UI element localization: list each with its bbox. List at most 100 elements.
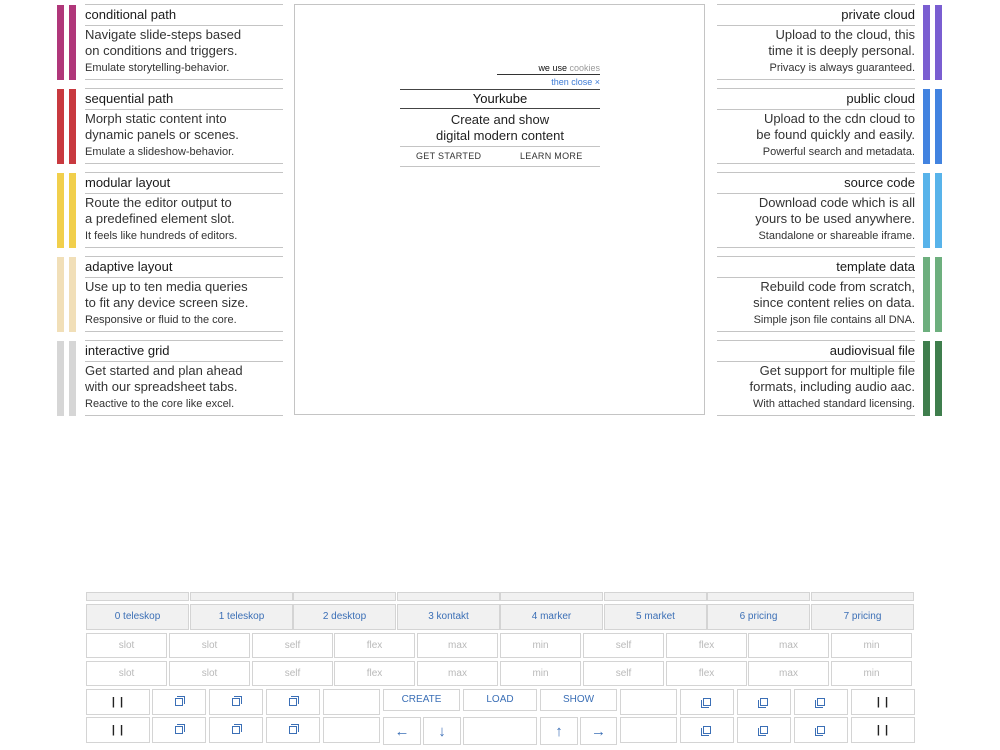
learn-more-link[interactable]: LEARN MORE — [520, 147, 583, 166]
feature-card-description-line: dynamic panels or scenes. — [85, 127, 239, 142]
window-toggle-button[interactable] — [737, 689, 791, 715]
grid-tab[interactable]: 5 market — [604, 604, 707, 630]
accent-bar — [69, 257, 76, 332]
window-toggle-button[interactable] — [794, 717, 848, 743]
create-button[interactable]: CREATE — [383, 689, 460, 711]
grid-cell[interactable]: flex — [334, 633, 415, 658]
grid-tab[interactable]: 1 teleskop — [190, 604, 293, 630]
grid-cell[interactable]: max — [748, 633, 829, 658]
window-toggle-button[interactable] — [152, 717, 206, 743]
grid-cell[interactable]: max — [417, 661, 498, 686]
grid-cell[interactable]: flex — [666, 661, 747, 686]
feature-card-description: Use up to ten media queries to fit any de… — [85, 279, 283, 311]
grid-cell[interactable]: max — [417, 633, 498, 658]
grid-header-strip — [811, 592, 914, 601]
cookie-link[interactable]: cookies — [569, 63, 600, 73]
feature-card[interactable]: private cloud Upload to the cloud, this ti… — [717, 4, 915, 80]
grid-header-strip — [604, 592, 707, 601]
grid-header-strip — [397, 592, 500, 601]
load-button[interactable]: LOAD — [463, 689, 537, 711]
arrow-left-icon: ← — [394, 723, 410, 740]
cookie-notice: we use cookies — [497, 62, 600, 75]
feature-card-description-line: Get support for multiple file — [759, 363, 915, 378]
window-toggle-button[interactable] — [266, 717, 320, 743]
window-toggle-button[interactable] — [152, 689, 206, 715]
feature-card[interactable]: template data Rebuild code from scratch, s… — [717, 256, 915, 332]
accent-bar — [69, 5, 76, 80]
grid-cell[interactable]: flex — [334, 661, 415, 686]
feature-card[interactable]: interactive grid Get started and plan ahe… — [85, 340, 283, 416]
show-button[interactable]: SHOW — [540, 689, 617, 711]
pause-button[interactable]: | | — [86, 689, 150, 715]
grid-cell[interactable]: flex — [666, 633, 747, 658]
feature-card[interactable]: public cloud Upload to the cdn cloud to be… — [717, 88, 915, 164]
grid-cell[interactable]: min — [500, 633, 581, 658]
accent-bar — [935, 89, 942, 164]
accent-bar — [69, 341, 76, 416]
feature-card-title: private cloud — [717, 4, 915, 26]
window-square-icon — [758, 698, 768, 708]
grid-cell[interactable]: slot — [169, 633, 250, 658]
window-toggle-button[interactable] — [680, 689, 734, 715]
grid-cell[interactable]: self — [252, 633, 333, 658]
grid-tab[interactable]: 6 pricing — [707, 604, 810, 630]
feature-card[interactable]: sequential path Morph static content into… — [85, 88, 283, 164]
feature-card[interactable]: audiovisual file Get support for multiple… — [717, 340, 915, 416]
feature-card[interactable]: modular layout Route the editor output to… — [85, 172, 283, 248]
pause-button[interactable]: | | — [851, 717, 915, 743]
feature-card-description-line: Route the editor output to — [85, 195, 232, 210]
grid-tab[interactable]: 7 pricing — [811, 604, 914, 630]
window-toggle-button[interactable] — [209, 717, 263, 743]
grid-cell[interactable]: self — [252, 661, 333, 686]
empty-cell — [620, 717, 677, 743]
arrow-down-button[interactable]: ↓ — [423, 717, 461, 745]
grid-cell[interactable]: min — [831, 661, 912, 686]
hero-subtitle: Create and show digital modern content — [400, 112, 600, 144]
get-started-link[interactable]: GET STARTED — [416, 147, 481, 166]
grid-cell[interactable]: min — [831, 633, 912, 658]
feature-card-description: Get started and plan ahead with our sprea… — [85, 363, 283, 395]
hero-actions: GET STARTED LEARN MORE — [400, 146, 600, 167]
hero-subtitle-line: digital modern content — [436, 128, 564, 143]
feature-card-note: Simple json file contains all DNA. — [717, 312, 915, 332]
pause-button[interactable]: | | — [851, 689, 915, 715]
window-toggle-button[interactable] — [209, 689, 263, 715]
window-toggle-button[interactable] — [266, 689, 320, 715]
grid-cell[interactable]: self — [583, 633, 664, 658]
arrow-up-button[interactable]: ↑ — [540, 717, 578, 745]
feature-card[interactable]: adaptive layout Use up to ten media queri… — [85, 256, 283, 332]
grid-tab[interactable]: 2 desktop — [293, 604, 396, 630]
grid-cell[interactable]: min — [500, 661, 581, 686]
grid-cell[interactable]: slot — [86, 661, 167, 686]
window-toggle-button[interactable] — [794, 689, 848, 715]
feature-card[interactable]: source code Download code which is all you… — [717, 172, 915, 248]
feature-card-title: conditional path — [85, 4, 283, 26]
grid-cell[interactable]: max — [748, 661, 829, 686]
feature-card[interactable]: conditional path Navigate slide-steps bas… — [85, 4, 283, 80]
window-toggle-button[interactable] — [680, 717, 734, 743]
grid-cell[interactable]: slot — [86, 633, 167, 658]
accent-bar — [69, 173, 76, 248]
grid-tab[interactable]: 3 kontakt — [397, 604, 500, 630]
grid-cell[interactable]: self — [583, 661, 664, 686]
feature-card-description-line: yours to be used anywhere. — [755, 211, 915, 226]
feature-card-title: audiovisual file — [717, 340, 915, 362]
cookie-close-link[interactable]: then close × — [497, 76, 600, 88]
feature-card-description-line: a predefined element slot. — [85, 211, 235, 226]
feature-card-description: Upload to the cdn cloud to be found quick… — [717, 111, 915, 143]
feature-card-title: interactive grid — [85, 340, 283, 362]
empty-cell — [323, 717, 380, 743]
pause-button[interactable]: | | — [86, 717, 150, 743]
grid-tab[interactable]: 0 teleskop — [86, 604, 189, 630]
feature-card-description: Route the editor output to a predefined e… — [85, 195, 283, 227]
feature-card-description-line: time it is deeply personal. — [768, 43, 915, 58]
window-toggle-button[interactable] — [737, 717, 791, 743]
window-square-icon — [701, 698, 711, 708]
window-square-icon — [815, 698, 825, 708]
feature-card-description-line: Upload to the cloud, this — [775, 27, 915, 42]
accent-bar — [923, 257, 930, 332]
arrow-right-button[interactable]: → — [580, 717, 617, 745]
grid-tab[interactable]: 4 marker — [500, 604, 603, 630]
arrow-left-button[interactable]: ← — [383, 717, 421, 745]
grid-cell[interactable]: slot — [169, 661, 250, 686]
